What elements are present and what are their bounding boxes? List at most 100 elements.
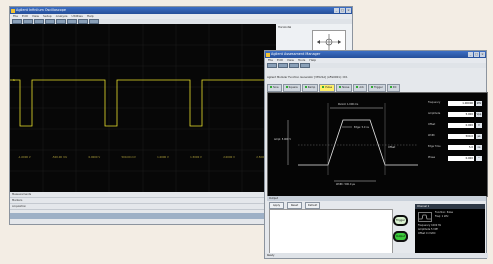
param-row: Width 500.0 µs [428,131,483,141]
axis-label: -1.0000 V [18,156,31,159]
tab-arb[interactable]: Arb [353,84,367,92]
param-row: Edge Time 5.0 ns [428,142,483,152]
edge-label: Edge: 5.0 ns [354,126,369,129]
tab-ramp[interactable]: Ramp [301,84,319,92]
tab-trigger[interactable]: Trigger [367,84,386,92]
pulse-shape-diagram [287,103,418,182]
param-label: Width [428,134,435,137]
output-bar: Output [267,196,486,201]
toolbar-button[interactable] [300,63,310,68]
info-label: Amplitude [418,228,431,231]
waveform-tabs: Sine Square Ramp Pulse Noise Arb Trigger… [267,84,486,92]
minimize-button[interactable]: _ [334,8,339,13]
info-label: Offset [418,232,426,235]
asm-titlebar: Agilent Assessment Manager _ □ × [265,51,486,58]
channel-info-panel: Channel 1 Function: Pulse Freq: 1 kHz Fr… [415,204,485,253]
tab-label: Sine [273,86,279,89]
tab-dc[interactable]: DC [386,84,400,92]
output-button[interactable]: Output [393,231,408,242]
minimize-button[interactable]: _ [468,52,473,57]
param-label: Amplitude [428,112,441,115]
indicator-icon [322,86,325,88]
reset-button[interactable]: Reset [287,202,302,209]
amplitude-label: Ampl: 5.000 V [274,138,291,141]
assessment-manager-window: Agilent Assessment Manager _ □ × File Ed… [264,50,488,259]
unit-select[interactable]: ° [476,155,482,161]
app-icon [11,8,15,13]
indicator-icon [304,86,307,88]
info-value: 5 VPP [431,228,438,231]
axis-label: 500.00 mV [121,156,136,159]
instrument-subtitle: Agilent Modular Function Generator [3352… [267,76,348,79]
amplitude-field[interactable]: 5.000 [448,111,474,117]
param-row: Offset 0.000 V [428,120,483,130]
app-icon [266,52,270,57]
width-label: Width: 500.0 µs [336,183,355,186]
offset-field[interactable]: 0.000 [448,122,474,128]
offset-label: Offset [388,146,396,149]
status-strip [10,213,276,219]
menu-help[interactable]: Help [309,58,316,63]
indicator-icon [339,86,342,88]
info-line: Freq: 1 kHz [435,215,449,218]
pulse-thumbnail-icon [418,212,432,222]
toolbar-button[interactable] [289,63,299,68]
maximize-button[interactable]: □ [474,52,479,57]
indicator-icon [356,86,359,88]
tab-label: DC [392,86,397,89]
apply-button[interactable]: Apply [269,202,284,209]
tab-pulse[interactable]: Pulse [319,84,336,92]
param-row: Amplitude 5.000 Vpp [428,109,483,119]
tab-label: Noise [342,86,350,89]
phase-field[interactable]: 0.000 [448,155,474,161]
tab-label: Trigger [373,86,383,89]
info-label: Frequency [418,224,431,227]
output-label: Output [395,232,406,240]
parameter-panel: Frequency 1.00000 kHz Amplitude 5.000 Vp… [428,98,483,164]
scope-title: Agilent Infiniium Oscilloscope [16,8,66,12]
unit-select[interactable]: ns [476,144,482,150]
indicator-icon [389,86,392,88]
param-row: Phase 0.000 ° [428,153,483,163]
maximize-button[interactable]: □ [340,8,345,13]
info-value: 1000 Hz [431,224,442,227]
status-bar: Ready [265,253,488,258]
tab-label: Square [288,86,298,89]
indicator-icon [270,86,272,88]
param-label: Frequency [428,101,441,104]
trigger-button[interactable]: Trigger [393,215,408,226]
close-button[interactable]: × [346,8,351,13]
period-label: Period: 1.000 ms [338,103,359,106]
side-header: Horizontal [278,26,292,29]
param-label: Edge Time [428,145,441,148]
unit-select[interactable]: kHz [476,100,482,106]
axis-label: 0.0000 V [88,156,101,159]
waveform-display[interactable]: 1 T -1.0000 V -500.00 mV 0.0000 V 500.00… [10,24,276,192]
unit-select[interactable]: Vpp [476,111,482,117]
axis-label: 1.0000 V [157,156,169,159]
hardware-buttons: Trigger Output [393,215,411,247]
unit-select[interactable]: V [476,122,482,128]
toolbar-button[interactable] [278,63,288,68]
tab-sine[interactable]: Sine [267,84,282,92]
toolbar-button[interactable] [267,63,277,68]
tab-label: Arb [359,86,364,89]
default-button[interactable]: Default [305,202,320,209]
axis-label: -500.00 mV [51,156,68,159]
tab-noise[interactable]: Noise [336,84,353,92]
width-field[interactable]: 500.0 [448,133,474,139]
close-button[interactable]: × [480,52,485,57]
scope-titlebar: Agilent Infiniium Oscilloscope _ □ × [10,7,352,14]
info-header: Channel 1 [415,204,485,209]
indicator-icon [370,86,373,88]
tab-label: Ramp [307,86,316,89]
unit-select[interactable]: µs [476,133,482,139]
axis-label: 1.5000 V [190,156,202,159]
frequency-field[interactable]: 1.00000 [448,100,474,106]
indicator-icon [285,86,288,88]
edge-time-field[interactable]: 5.0 [448,144,474,150]
pulse-editor: Period: 1.000 ms Width: 500.0 µs Ampl: 5… [267,92,488,197]
tab-square[interactable]: Square [282,84,301,92]
param-label: Offset [428,123,436,126]
log-area [269,209,393,254]
